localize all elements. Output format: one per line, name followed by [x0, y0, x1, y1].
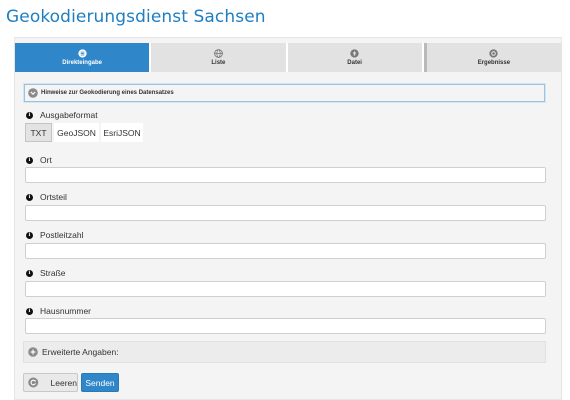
clear-button[interactable]: Leeren [23, 373, 78, 392]
field-label-postleitzahl: Postleitzahl [40, 230, 84, 240]
tab-datei[interactable]: Datei [287, 43, 424, 72]
info-icon[interactable]: i [26, 157, 33, 164]
info-icon[interactable]: i [26, 270, 33, 277]
field-label-strasse: Straße [40, 268, 66, 278]
reset-icon [28, 377, 39, 388]
postleitzahl-input[interactable] [25, 243, 546, 259]
clear-button-label: Leeren [50, 377, 77, 388]
format-option-txt[interactable]: TXT [25, 123, 52, 142]
extended-options-label: Erweiterte Angaben: [42, 347, 119, 357]
list-icon [77, 49, 87, 58]
globe-icon [214, 49, 223, 58]
output-format-label: Ausgabeformat [40, 110, 98, 120]
format-option-esrijson[interactable]: EsriJSON [101, 123, 143, 142]
upload-icon [350, 49, 359, 58]
info-icon[interactable]: i [26, 308, 33, 315]
field-label-hausnummer: Hausnummer [40, 306, 92, 316]
extended-options-toggle[interactable]: Erweiterte Angaben: [23, 341, 546, 363]
hint-toggle[interactable]: Hinweise zur Geokodierung eines Datensat… [24, 84, 545, 102]
tab-label: Direkteingabe [62, 60, 102, 66]
info-icon[interactable]: i [26, 194, 33, 201]
field-label-ortsteil: Ortsteil [40, 192, 67, 202]
ortsteil-input[interactable] [25, 205, 546, 221]
tab-label: Liste [211, 60, 226, 66]
tab-ergebnisse[interactable]: Ergebnisse [423, 43, 561, 72]
info-icon[interactable]: i [26, 112, 33, 119]
plus-circle-icon [28, 347, 38, 357]
format-option-geojson[interactable]: GeoJSON [54, 123, 99, 142]
tab-liste[interactable]: Liste [151, 43, 288, 72]
tab-label: Datei [347, 60, 362, 66]
tab-label: Ergebnisse [477, 60, 511, 66]
ort-input[interactable] [25, 167, 546, 183]
field-label-ort: Ort [40, 155, 52, 165]
hint-label: Hinweise zur Geokodierung eines Datensat… [41, 90, 174, 96]
strasse-input[interactable] [25, 281, 546, 297]
send-button[interactable]: Senden [81, 373, 119, 392]
info-icon[interactable]: i [26, 232, 33, 239]
tab-direkteingabe[interactable]: Direkteingabe [15, 43, 152, 72]
dot-circle-icon [489, 49, 499, 58]
chevron-circle-down-icon [28, 88, 38, 98]
page-title: Geokodierungsdienst Sachsen [6, 7, 266, 27]
hausnummer-input[interactable] [25, 318, 546, 334]
tab-bar: Direkteingabe Liste Datei Ergebnisse [15, 43, 561, 72]
